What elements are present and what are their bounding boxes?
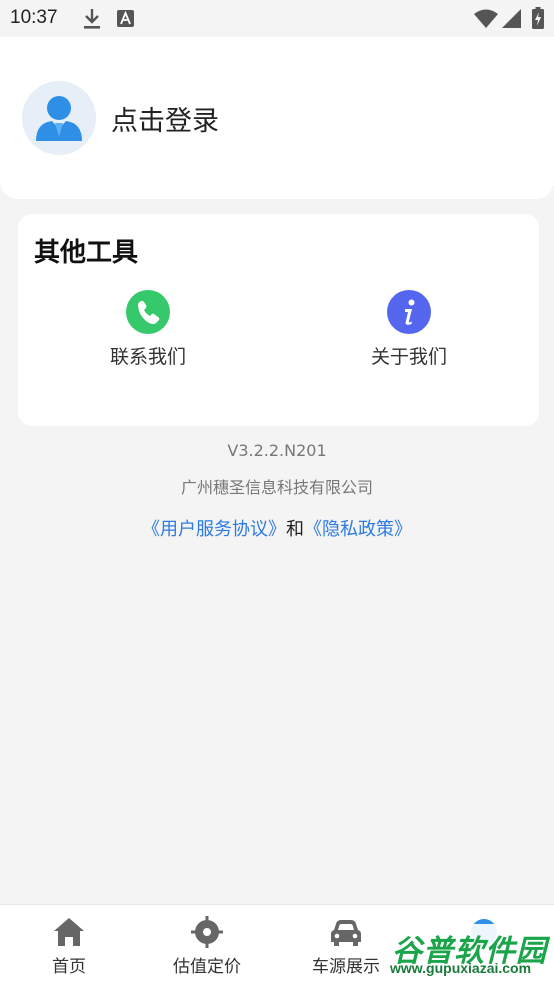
battery-icon bbox=[532, 7, 544, 29]
login-link[interactable]: 点击登录 bbox=[111, 99, 219, 138]
company-name: 广州穗圣信息科技有限公司 bbox=[180, 478, 373, 497]
nav-label-home: 首页 bbox=[52, 957, 86, 977]
profile-card[interactable]: 点击登录 bbox=[0, 37, 554, 199]
target-icon bbox=[191, 916, 223, 948]
contact-us-button[interactable]: 联系我们 bbox=[68, 290, 228, 370]
phone-icon bbox=[126, 290, 170, 334]
watermark-url: www.gupuxiazai.com bbox=[390, 960, 532, 976]
status-time: 10:37 bbox=[10, 7, 58, 28]
nav-item-valuation[interactable]: 估值定价 bbox=[138, 905, 276, 984]
about-us-button[interactable]: 关于我们 bbox=[329, 290, 489, 370]
tools-card: 其他工具 联系我们 关于我们 bbox=[18, 214, 539, 426]
privacy-policy-link[interactable]: 《隐私政策》 bbox=[304, 519, 412, 540]
status-bar: 10:37 bbox=[0, 0, 554, 37]
user-agreement-link[interactable]: 《用户服务协议》 bbox=[142, 519, 286, 540]
app-notification-icon bbox=[117, 10, 134, 27]
wifi-icon bbox=[474, 9, 498, 28]
nav-item-home[interactable]: 首页 bbox=[0, 905, 138, 984]
signal-icon bbox=[502, 9, 521, 28]
info-icon bbox=[387, 290, 431, 334]
user-icon bbox=[36, 96, 82, 141]
agreement-links: 《用户服务协议》和《隐私政策》 bbox=[0, 515, 554, 541]
contact-us-label: 联系我们 bbox=[109, 346, 186, 368]
tools-title: 其他工具 bbox=[34, 238, 139, 268]
about-us-label: 关于我们 bbox=[370, 346, 447, 368]
and-text: 和 bbox=[286, 519, 304, 540]
app-version: V3.2.2.N201 bbox=[227, 441, 327, 460]
home-icon bbox=[54, 918, 84, 946]
car-icon bbox=[331, 920, 361, 946]
avatar[interactable] bbox=[22, 81, 96, 155]
watermark: 谷普软件园 www.gupuxiazai.com bbox=[388, 924, 552, 980]
nav-label-valuation: 估值定价 bbox=[173, 957, 241, 977]
download-icon bbox=[84, 9, 100, 29]
